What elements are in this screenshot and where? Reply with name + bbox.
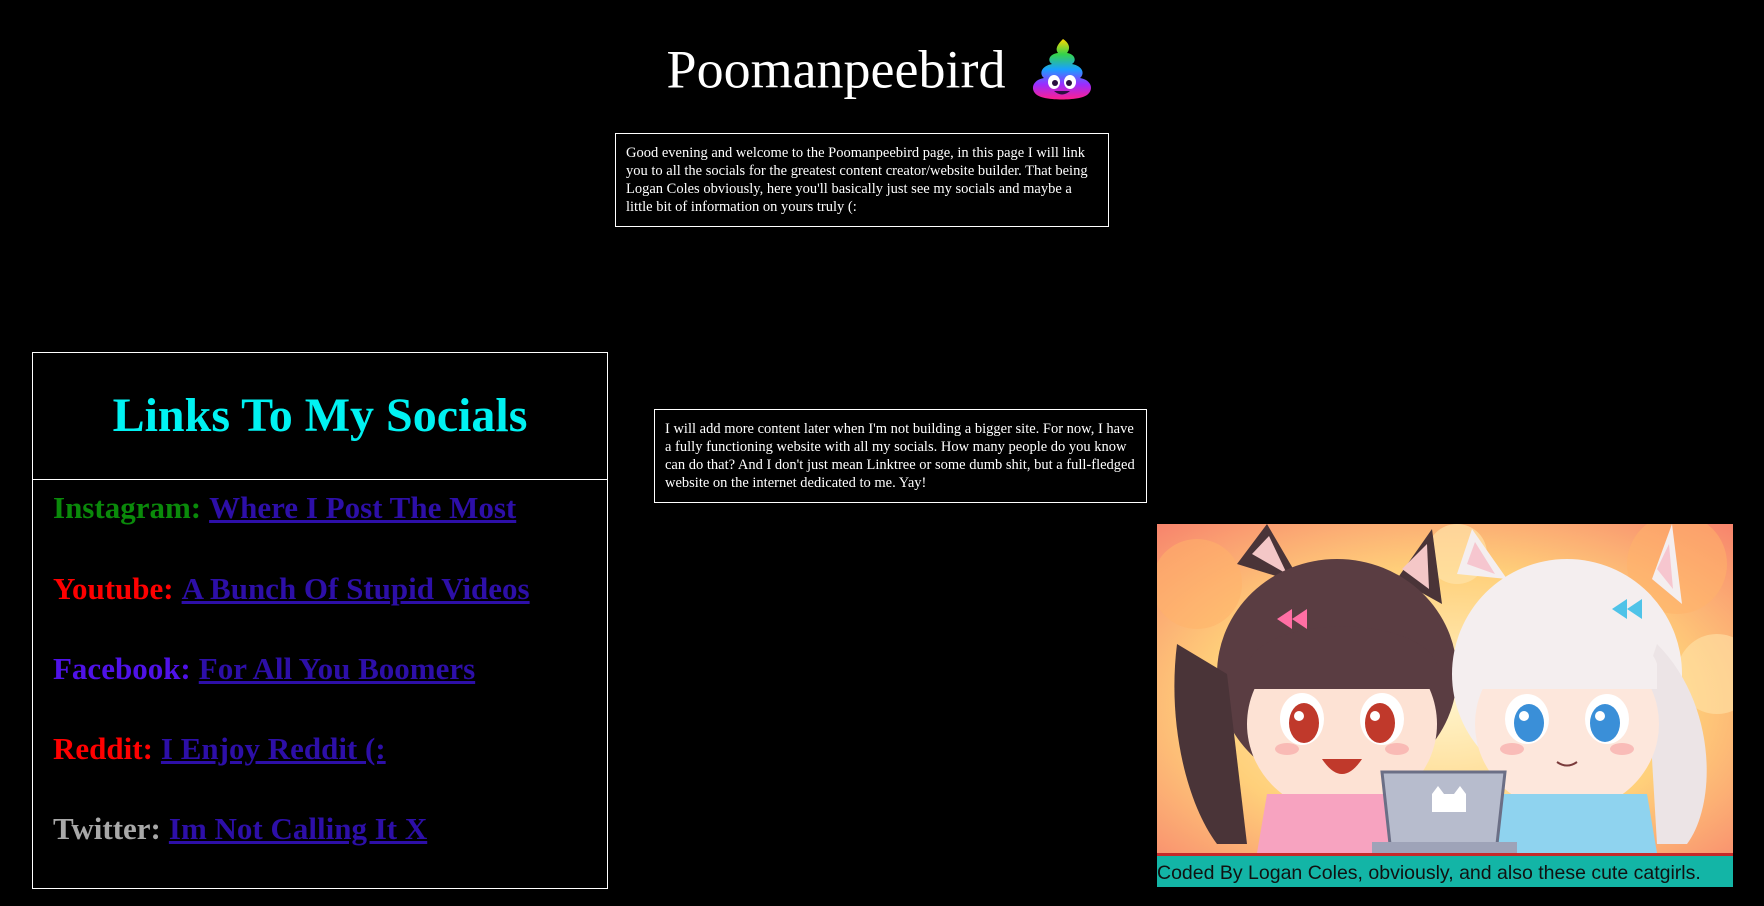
- rainbow-poop-icon: [1033, 38, 1092, 100]
- social-label-youtube: Youtube:: [53, 571, 174, 606]
- intro-text: Good evening and welcome to the Poomanpe…: [626, 145, 1088, 215]
- social-label-twitter: Twitter:: [53, 811, 161, 846]
- social-link-instagram[interactable]: Where I Post The Most: [209, 490, 516, 525]
- socials-heading: Links To My Socials: [112, 389, 528, 442]
- more-content-text: I will add more content later when I'm n…: [665, 421, 1135, 491]
- intro-box: Good evening and welcome to the Poomanpe…: [615, 133, 1109, 227]
- site-title: Poomanpeebird: [0, 28, 1764, 106]
- social-item-reddit: Reddit: I Enjoy Reddit (:: [53, 720, 607, 800]
- artwork-caption: Coded By Logan Coles, obviously, and als…: [1157, 853, 1733, 887]
- more-content-box: I will add more content later when I'm n…: [654, 409, 1147, 503]
- social-item-twitter: Twitter: Im Not Calling It X: [53, 800, 607, 880]
- catgirl-artwork: Coded By Logan Coles, obviously, and als…: [1157, 524, 1733, 887]
- catgirl-illustration: [1157, 524, 1733, 853]
- socials-header: Links To My Socials: [33, 353, 607, 480]
- social-label-facebook: Facebook:: [53, 651, 191, 686]
- social-label-instagram: Instagram:: [53, 490, 202, 525]
- social-item-instagram: Instagram: Where I Post The Most: [53, 480, 607, 560]
- social-link-youtube[interactable]: A Bunch Of Stupid Videos: [182, 571, 530, 606]
- social-label-reddit: Reddit:: [53, 731, 153, 766]
- social-link-facebook[interactable]: For All You Boomers: [199, 651, 475, 686]
- socials-panel: Links To My Socials Instagram: Where I Po…: [32, 352, 608, 889]
- social-list: Instagram: Where I Post The Most Youtube:…: [33, 480, 607, 880]
- site-title-text: Poomanpeebird: [666, 39, 1006, 100]
- social-item-facebook: Facebook: For All You Boomers: [53, 640, 607, 720]
- social-link-twitter[interactable]: Im Not Calling It X: [169, 811, 427, 846]
- social-link-reddit[interactable]: I Enjoy Reddit (:: [161, 731, 386, 766]
- social-item-youtube: Youtube: A Bunch Of Stupid Videos: [53, 560, 607, 640]
